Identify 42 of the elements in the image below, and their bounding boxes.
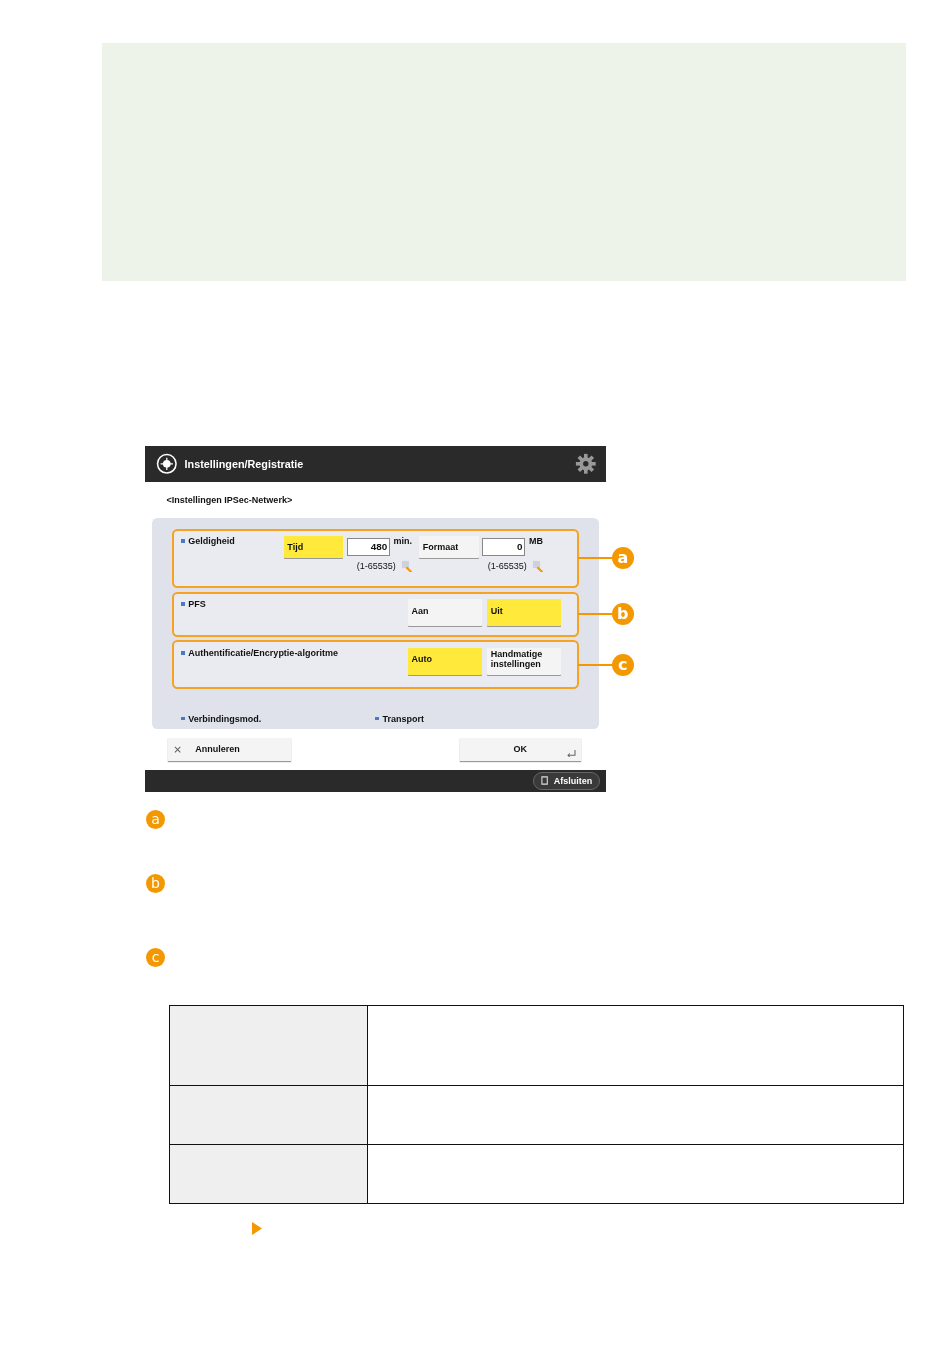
keypad-icon [532, 559, 543, 573]
callout-badge: b [146, 873, 165, 893]
callout-line [577, 663, 612, 666]
setting-label: Geldigheid [188, 536, 235, 547]
number-field[interactable]: 0 [482, 538, 526, 556]
setting-label: Verbindingsmod. [188, 713, 262, 724]
ok-button[interactable]: OK [460, 737, 581, 761]
keypad-icon [401, 559, 413, 573]
option-button[interactable]: Tijd [283, 536, 344, 558]
callout-line [577, 613, 612, 616]
range-label: (1-65535) [487, 560, 527, 571]
play-icon [252, 1221, 262, 1235]
bullet-icon [181, 650, 185, 655]
option-button[interactable]: Auto [407, 647, 482, 675]
callout-line [577, 557, 612, 560]
setting-label: Authentificatie/Encryptie-algoritme [188, 647, 338, 658]
bullet-icon [181, 602, 185, 606]
bullet-icon [181, 716, 185, 721]
setting-value: Transport [382, 713, 425, 724]
callout-badge: a [146, 809, 165, 829]
enter-icon [566, 750, 576, 757]
range-label: (1-65535) [356, 560, 396, 571]
option-button[interactable]: Aan [407, 599, 482, 627]
callout-badge: c [611, 653, 634, 676]
unit-label: MB [529, 536, 543, 547]
callout-badge: a [611, 547, 634, 570]
exit-icon [541, 776, 549, 786]
option-button[interactable]: Formaat [419, 536, 479, 558]
bullet-icon [375, 716, 379, 721]
screen-subtitle: <Instellingen IPSec-Netwerk> [166, 495, 293, 505]
exit-button[interactable]: Afsluiten [532, 771, 601, 790]
close-icon [173, 745, 181, 753]
number-field[interactable]: 480 [346, 538, 390, 556]
callout-badge: c [146, 947, 165, 967]
setting-label: PFS [188, 599, 206, 610]
callout-badge: b [611, 603, 634, 626]
screen-title: Instellingen/Registratie [184, 458, 305, 470]
option-button[interactable]: Handmatige instellingen [487, 647, 561, 675]
unit-label: min. [393, 536, 413, 547]
option-button[interactable]: Uit [487, 599, 561, 627]
cancel-button[interactable]: Annuleren [168, 737, 291, 761]
bullet-icon [181, 539, 185, 543]
